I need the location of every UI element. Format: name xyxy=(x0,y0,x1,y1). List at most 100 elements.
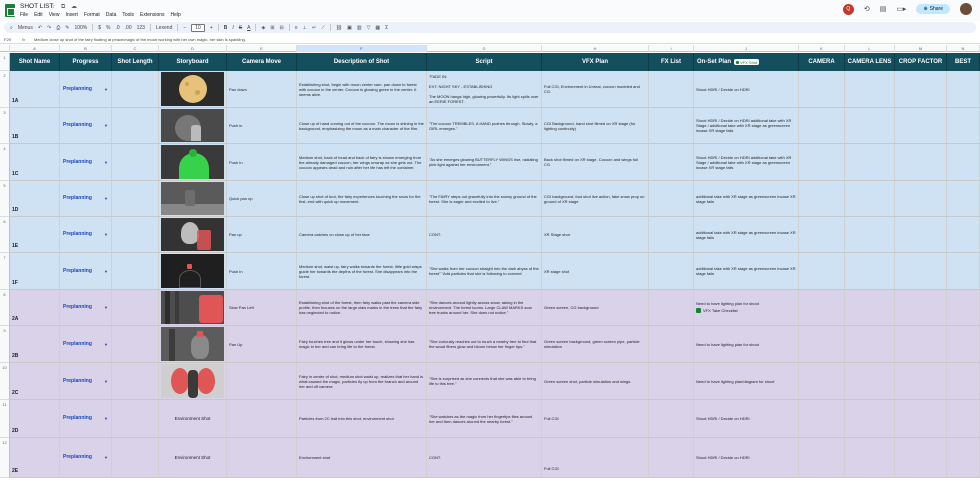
shot-length-cell[interactable] xyxy=(112,438,159,477)
vfx-plan-cell[interactable]: Full CGI, Environment in Unreal, cocoon … xyxy=(542,71,649,107)
column-header-l[interactable]: L xyxy=(845,45,895,52)
progress-dropdown[interactable]: Preplanning ▼ xyxy=(60,217,112,252)
best-cell[interactable] xyxy=(947,326,980,362)
storyboard-cell[interactable]: Environment Shot xyxy=(159,400,227,437)
storyboard-image[interactable] xyxy=(161,291,224,324)
progress-dropdown[interactable]: Preplanning ▼ xyxy=(60,326,112,362)
menu-view[interactable]: View xyxy=(49,12,60,18)
chevron-down-icon[interactable]: ▼ xyxy=(104,87,108,92)
decrease-decimal-button[interactable]: .0 xyxy=(115,25,119,31)
history-icon[interactable]: ⟲ xyxy=(864,5,870,13)
menu-data[interactable]: Data xyxy=(106,12,117,18)
chevron-down-icon[interactable]: ▼ xyxy=(104,196,108,201)
shot-length-cell[interactable] xyxy=(112,181,159,216)
font-size-input[interactable]: 10 xyxy=(191,23,205,32)
description-cell[interactable]: Camera catches on close up of her face xyxy=(297,217,427,252)
vfx-plan-cell[interactable]: Green screen background, green screen pi… xyxy=(542,326,649,362)
collaborator-avatar[interactable]: Q xyxy=(842,3,854,15)
onset-plan-cell[interactable]: Need to have lighting plan for shoot xyxy=(694,326,799,362)
shot-name-cell[interactable]: 2E xyxy=(10,438,60,477)
menu-insert[interactable]: Insert xyxy=(65,12,78,18)
header-shot-name[interactable]: Shot Name xyxy=(10,53,60,71)
header-vfx-plan[interactable]: VFX Plan xyxy=(542,53,649,71)
crop-factor-cell[interactable] xyxy=(895,290,947,325)
storyboard-cell[interactable]: Environment Shot xyxy=(159,438,227,477)
description-cell[interactable]: Establishing shot, begin with moon cente… xyxy=(297,71,427,107)
chevron-down-icon[interactable]: ▼ xyxy=(104,305,108,310)
description-cell[interactable]: Particles from 2C trail into this shot, … xyxy=(297,400,427,437)
strikethrough-button[interactable]: S xyxy=(239,25,242,31)
header-script[interactable]: Script xyxy=(427,53,542,71)
menu-file[interactable]: File xyxy=(20,12,28,18)
fx-list-cell[interactable] xyxy=(649,290,694,325)
shot-length-cell[interactable] xyxy=(112,400,159,437)
header-fx-list[interactable]: FX List xyxy=(649,53,694,71)
shot-name-cell[interactable]: 1A xyxy=(10,71,60,107)
camera-move-cell[interactable] xyxy=(227,400,297,437)
chevron-down-icon[interactable]: ▼ xyxy=(104,416,108,421)
storyboard-image[interactable] xyxy=(161,364,224,398)
filter-icon[interactable]: ▽ xyxy=(367,25,371,31)
column-header-i[interactable]: I xyxy=(649,45,694,52)
row-number[interactable]: 1 xyxy=(0,53,10,71)
camera-cell[interactable] xyxy=(799,290,845,325)
row-number[interactable]: 3 xyxy=(0,108,10,144)
camera-lens-cell[interactable] xyxy=(845,181,895,216)
vfx-plan-cell[interactable]: CGI Background, hand shot filmed on XR s… xyxy=(542,108,649,143)
column-header-k[interactable]: K xyxy=(799,45,845,52)
description-cell[interactable]: Fairy in center of shot, medium shot wai… xyxy=(297,363,427,399)
camera-lens-cell[interactable] xyxy=(845,108,895,143)
description-cell[interactable]: Environment shot xyxy=(297,438,427,477)
column-header-b[interactable]: B xyxy=(60,45,112,52)
storyboard-image[interactable] xyxy=(161,254,224,288)
camera-cell[interactable] xyxy=(799,363,845,399)
column-header-n[interactable]: N xyxy=(947,45,980,52)
meet-icon[interactable]: ▭▸ xyxy=(896,5,906,13)
header-camera-lens[interactable]: CAMERA LENS xyxy=(845,53,895,71)
column-header-j[interactable]: J xyxy=(694,45,799,52)
camera-move-cell[interactable]: Slow Pan Left xyxy=(227,290,297,325)
progress-dropdown[interactable]: Preplanning ▼ xyxy=(60,400,112,437)
shot-name-cell[interactable]: 1E xyxy=(10,217,60,252)
column-header-h[interactable]: H xyxy=(542,45,649,52)
progress-dropdown[interactable]: Preplanning ▼ xyxy=(60,108,112,143)
camera-move-cell[interactable] xyxy=(227,363,297,399)
shot-name-cell[interactable]: 1B xyxy=(10,108,60,143)
script-cell[interactable]: "She watches as the magic from her finge… xyxy=(427,400,542,437)
script-cell[interactable]: "FADE IN: EXT. NIGHT SKY - ESTABLISHING … xyxy=(427,71,542,107)
script-cell[interactable]: "She curiously reaches out to touch a ne… xyxy=(427,326,542,362)
italic-button[interactable]: I xyxy=(232,25,233,31)
shot-name-cell[interactable]: 2D xyxy=(10,400,60,437)
onset-plan-cell[interactable]: Shoot HDRI / Decide on HDRI xyxy=(694,438,799,477)
header-camera-move[interactable]: Camera Move xyxy=(227,53,297,71)
script-cell[interactable]: CONT. xyxy=(427,438,542,477)
shot-length-cell[interactable] xyxy=(112,108,159,143)
currency-format-button[interactable]: $ xyxy=(98,25,101,31)
paint-format-icon[interactable]: ✎ xyxy=(65,25,69,31)
vfx-plan-cell[interactable]: XR Stage shot xyxy=(542,217,649,252)
script-cell[interactable]: "She walks from her cocoon straight into… xyxy=(427,253,542,289)
camera-lens-cell[interactable] xyxy=(845,253,895,289)
crop-factor-cell[interactable] xyxy=(895,438,947,477)
camera-move-cell[interactable]: Pan Up xyxy=(227,326,297,362)
progress-dropdown[interactable]: Preplanning ▼ xyxy=(60,253,112,289)
horizontal-align-icon[interactable]: ≡ xyxy=(295,25,298,31)
best-cell[interactable] xyxy=(947,290,980,325)
camera-move-cell[interactable]: Push In xyxy=(227,253,297,289)
onset-plan-cell[interactable]: Need to have lighting plan/diagram for s… xyxy=(694,363,799,399)
best-cell[interactable] xyxy=(947,400,980,437)
best-cell[interactable] xyxy=(947,438,980,477)
best-cell[interactable] xyxy=(947,144,980,180)
header-description-of-shot[interactable]: Description of Shot xyxy=(297,53,427,71)
crop-factor-cell[interactable] xyxy=(895,400,947,437)
script-cell[interactable]: "She is surprised as she connects that s… xyxy=(427,363,542,399)
percent-format-button[interactable]: % xyxy=(106,25,110,31)
name-box[interactable]: F29 xyxy=(0,37,22,42)
redo-icon[interactable]: ↷ xyxy=(47,25,51,31)
row-number[interactable]: 11 xyxy=(0,400,10,438)
camera-move-cell[interactable]: Pan down xyxy=(227,71,297,107)
crop-factor-cell[interactable] xyxy=(895,326,947,362)
row-number[interactable]: 5 xyxy=(0,181,10,217)
row-number[interactable]: 7 xyxy=(0,253,10,290)
progress-dropdown[interactable]: Preplanning ▼ xyxy=(60,290,112,325)
